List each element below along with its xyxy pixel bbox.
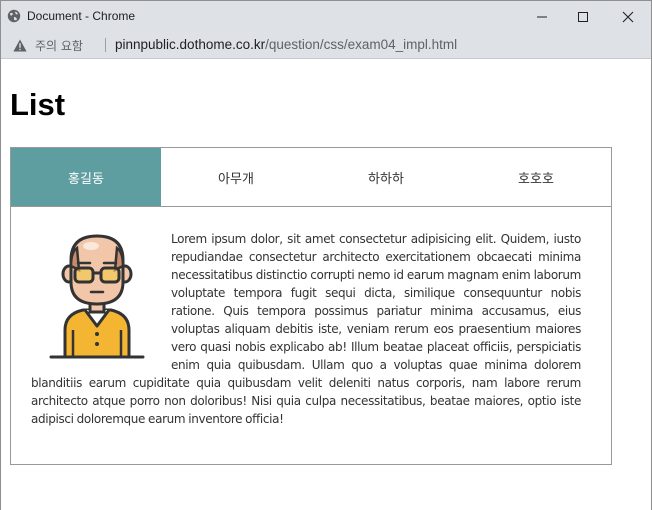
warning-icon[interactable] (13, 39, 27, 52)
tab-hahaha[interactable]: 하하하 (311, 148, 461, 206)
address-bar[interactable]: 주의 요함 pinnpublic.dothome.co.kr/question/… (1, 32, 651, 59)
title-bar: Document - Chrome (1, 1, 651, 32)
close-button[interactable] (605, 1, 651, 32)
tab-container: 홍길동 아무개 하하하 호호호 Lorem ipsum dolor, sit a… (10, 147, 612, 465)
tab-hohoho[interactable]: 호호호 (461, 148, 611, 206)
person-avatar-image (49, 234, 145, 359)
window-title: Document - Chrome (27, 9, 136, 23)
url-host: pinnpublic.dothome.co.kr (115, 37, 266, 52)
tab-panel: Lorem ipsum dolor, sit amet consectetur … (31, 230, 581, 428)
page-content: List 홍길동 아무개 하하하 호호호 Lorem ipsum dolor, … (1, 60, 651, 510)
maximize-icon (578, 11, 588, 22)
url-text[interactable]: pinnpublic.dothome.co.kr/question/css/ex… (115, 37, 457, 52)
url-path: /question/css/exam04_impl.html (265, 37, 458, 52)
tab-hong-gildong[interactable]: 홍길동 (11, 148, 161, 206)
browser-window: Document - Chrome 주의 요함 pinnpublic.dotho… (0, 0, 652, 510)
tab-list: 홍길동 아무개 하하하 호호호 (11, 148, 611, 207)
close-icon (622, 11, 634, 22)
address-separator (105, 38, 106, 52)
tab-amugae[interactable]: 아무개 (161, 148, 311, 206)
security-status-text[interactable]: 주의 요함 (35, 37, 83, 54)
maximize-button[interactable] (560, 1, 606, 32)
globe-icon (7, 9, 21, 23)
page-title: List (10, 87, 66, 122)
minimize-button[interactable] (519, 1, 565, 32)
minimize-icon (537, 16, 547, 17)
